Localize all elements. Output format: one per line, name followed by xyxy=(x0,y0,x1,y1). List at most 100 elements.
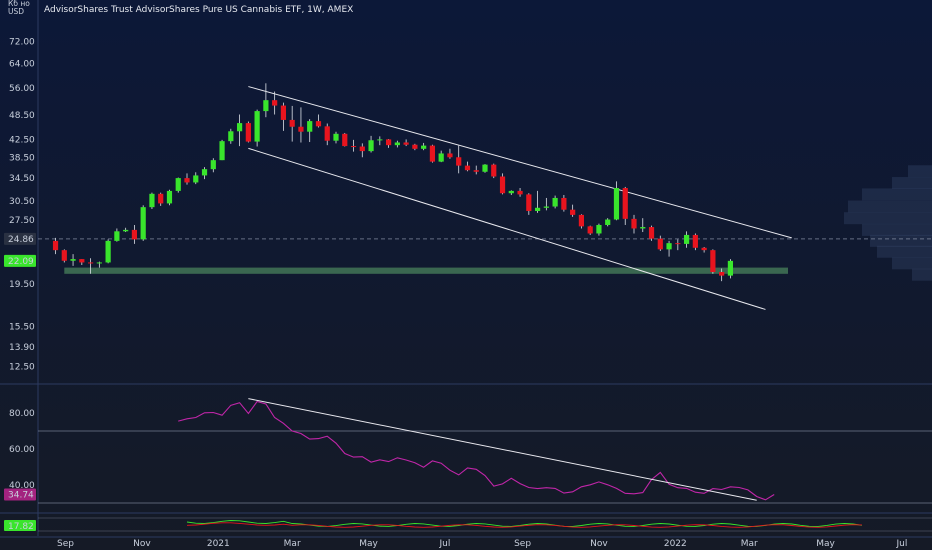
candle-body[interactable] xyxy=(342,133,348,147)
candle-body[interactable] xyxy=(175,178,181,191)
candle-body[interactable] xyxy=(447,153,453,158)
candle-body[interactable] xyxy=(657,238,663,250)
candle-body[interactable] xyxy=(158,193,164,204)
candle-body[interactable] xyxy=(552,197,558,207)
candle-body[interactable] xyxy=(298,126,304,132)
candle[interactable] xyxy=(175,177,181,193)
candle-body[interactable] xyxy=(210,160,216,170)
candle-body[interactable] xyxy=(114,231,120,241)
candle-body[interactable] xyxy=(219,141,225,161)
candle-body[interactable] xyxy=(61,250,67,261)
candle-body[interactable] xyxy=(105,240,111,263)
candle-body[interactable] xyxy=(394,142,400,146)
candle-body[interactable] xyxy=(140,207,146,240)
candle-body[interactable] xyxy=(254,111,260,142)
candle-body[interactable] xyxy=(149,193,155,208)
candle-body[interactable] xyxy=(131,229,138,240)
candle-body[interactable] xyxy=(508,190,514,194)
candle-body[interactable] xyxy=(377,139,383,141)
candle-body[interactable] xyxy=(526,194,532,211)
candle[interactable] xyxy=(648,225,655,241)
candle-body[interactable] xyxy=(324,126,330,141)
candle-body[interactable] xyxy=(429,145,436,162)
candle[interactable] xyxy=(710,249,716,274)
candle-body[interactable] xyxy=(719,272,725,276)
candle-body[interactable] xyxy=(307,121,313,132)
candle-body[interactable] xyxy=(228,131,234,142)
candle[interactable] xyxy=(429,144,436,163)
candle-body[interactable] xyxy=(333,133,339,141)
candle-body[interactable] xyxy=(236,123,243,132)
candle[interactable] xyxy=(149,192,155,210)
candle-body[interactable] xyxy=(166,190,173,204)
candle-body[interactable] xyxy=(666,243,672,250)
candle[interactable] xyxy=(491,163,497,179)
candle-body[interactable] xyxy=(263,100,269,112)
candle-body[interactable] xyxy=(613,188,620,220)
candle-body[interactable] xyxy=(359,146,365,152)
candle-body[interactable] xyxy=(350,146,357,148)
candle-body[interactable] xyxy=(123,229,129,232)
candle-body[interactable] xyxy=(710,250,716,273)
candle[interactable] xyxy=(61,249,67,263)
candle-body[interactable] xyxy=(648,227,655,239)
candle-body[interactable] xyxy=(675,243,681,245)
candle-body[interactable] xyxy=(596,224,602,234)
candle-body[interactable] xyxy=(184,178,190,183)
candle[interactable] xyxy=(245,121,251,143)
candle[interactable] xyxy=(692,233,698,251)
candle[interactable] xyxy=(105,239,111,264)
candle[interactable] xyxy=(342,132,348,147)
y-tick-label: 38.50 xyxy=(9,154,35,164)
candle-body[interactable] xyxy=(245,123,251,142)
candle[interactable] xyxy=(140,205,146,241)
candle-body[interactable] xyxy=(587,226,593,234)
candle-body[interactable] xyxy=(70,259,76,261)
candle-body[interactable] xyxy=(622,188,628,219)
candle-body[interactable] xyxy=(701,247,707,251)
candle-body[interactable] xyxy=(578,214,585,227)
candle-body[interactable] xyxy=(570,209,576,215)
candle-body[interactable] xyxy=(456,157,462,166)
candle-body[interactable] xyxy=(491,164,497,177)
candle-body[interactable] xyxy=(605,219,611,225)
candle-body[interactable] xyxy=(193,175,199,183)
candle-body[interactable] xyxy=(692,234,698,248)
candle-body[interactable] xyxy=(403,142,409,145)
candle[interactable] xyxy=(219,139,225,161)
candle-body[interactable] xyxy=(438,153,444,162)
candle-body[interactable] xyxy=(385,139,392,146)
candle[interactable] xyxy=(578,214,585,229)
y-tick-label: 12.50 xyxy=(9,363,35,373)
candle[interactable] xyxy=(482,164,488,173)
candle-body[interactable] xyxy=(543,206,549,208)
candle-body[interactable] xyxy=(79,259,85,263)
candle-body[interactable] xyxy=(464,165,471,171)
candle-body[interactable] xyxy=(640,227,646,229)
candle-body[interactable] xyxy=(315,121,322,127)
candle[interactable] xyxy=(727,259,734,279)
candle-body[interactable] xyxy=(87,262,94,264)
candle-body[interactable] xyxy=(52,240,59,251)
candle-body[interactable] xyxy=(368,140,374,152)
candle-body[interactable] xyxy=(482,164,488,172)
candle-body[interactable] xyxy=(517,190,523,195)
candle-body[interactable] xyxy=(201,169,208,176)
candle-body[interactable] xyxy=(499,176,506,194)
candle-body[interactable] xyxy=(272,100,278,106)
currency-line-2: USD xyxy=(8,7,25,16)
candle[interactable] xyxy=(166,189,173,206)
candle[interactable] xyxy=(254,109,260,147)
candle-body[interactable] xyxy=(473,170,479,172)
candle-body[interactable] xyxy=(534,207,541,211)
candle-body[interactable] xyxy=(280,105,287,120)
candle-body[interactable] xyxy=(561,197,567,210)
candle-body[interactable] xyxy=(421,145,427,149)
candle-body[interactable] xyxy=(683,234,690,244)
candle-body[interactable] xyxy=(289,119,295,127)
candle-body[interactable] xyxy=(631,218,637,229)
candle-body[interactable] xyxy=(727,260,734,276)
candle-body[interactable] xyxy=(412,144,418,149)
chart-canvas[interactable]: 72.00 64.00 56.00 48.50 42.50 38.50 34.50 30.50… xyxy=(0,0,932,550)
candle-body[interactable] xyxy=(96,262,102,264)
